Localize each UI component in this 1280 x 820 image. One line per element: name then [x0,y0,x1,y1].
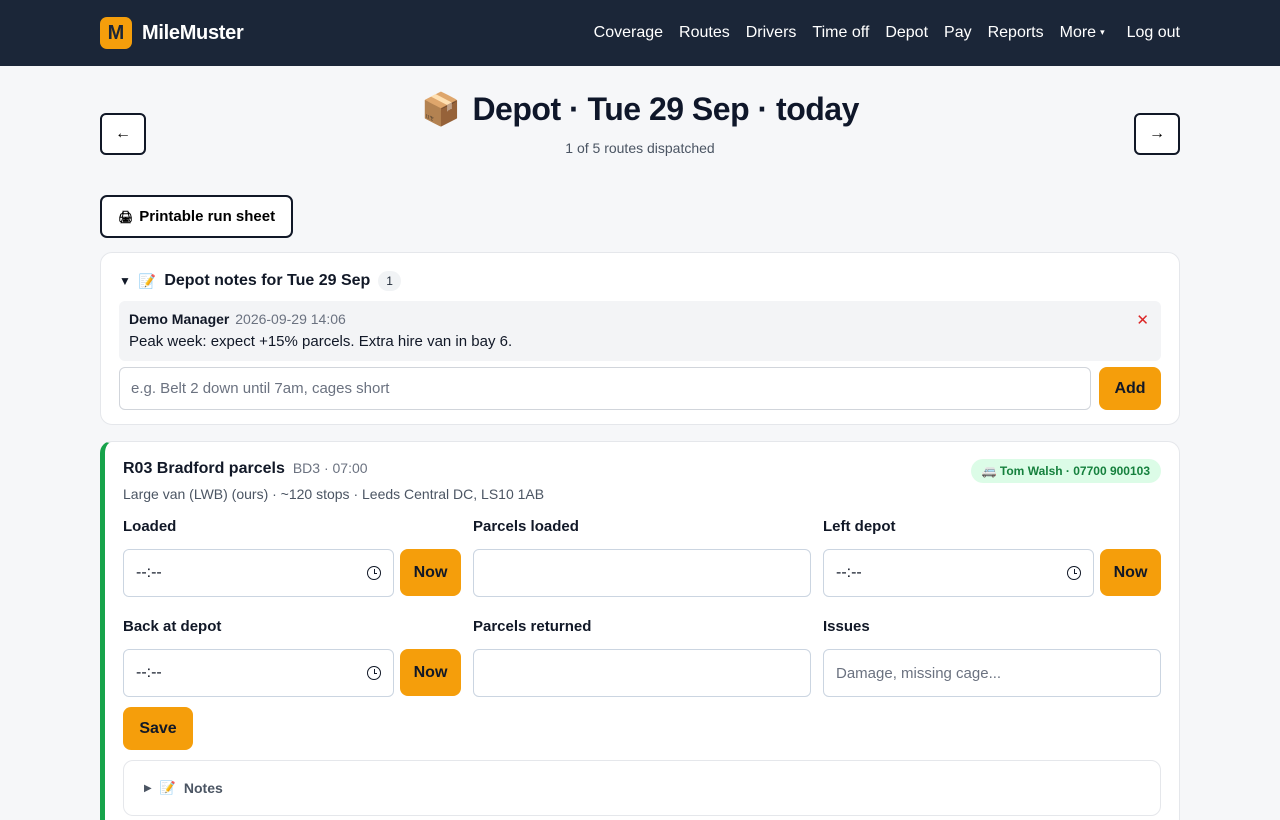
back-at-depot-time-input[interactable]: --:-- [123,649,394,697]
note-timestamp: 2026-09-29 14:06 [235,311,346,327]
clock-icon [367,566,381,580]
left-depot-time-input[interactable]: --:-- [823,549,1094,597]
loaded-time-input[interactable]: --:-- [123,549,394,597]
note-author: Demo Manager [129,311,230,327]
route-code-time: BD3 · 07:00 [292,460,368,476]
depot-notes-summary[interactable]: ▼ 📝 Depot notes for Tue 29 Sep 1 [119,269,1161,293]
back-at-depot-label: Back at depot [123,618,222,635]
loaded-time-value: --:-- [136,564,162,581]
note-meta: Demo Manager 2026-09-29 14:06 [129,311,1151,327]
delete-note-icon[interactable]: ✕ [1136,311,1149,329]
main-content: ← 📦 Depot · Tue 29 Sep · today 1 of 5 ro… [100,66,1180,820]
clock-icon [1067,566,1081,580]
page-title-text: Depot · Tue 29 Sep · today [472,90,859,127]
route-details: Large van (LWB) (ours) · ~120 stops · Le… [123,486,545,502]
nav-pay[interactable]: Pay [944,24,972,42]
back-at-depot-field: Back at depot --:-- Now [123,618,461,718]
depot-notes-title: Depot notes for Tue 29 Sep [164,272,371,289]
app-logo: M [100,17,132,49]
memo-icon: 📝 [138,272,157,289]
route-name: R03 Bradford parcels [123,460,285,477]
route-title: R03 Bradford parcels BD3 · 07:00 [123,460,544,478]
run-sheet-label: Printable run sheet [139,208,276,225]
note-text: Peak week: expect +15% parcels. Extra hi… [129,333,513,350]
printer-icon: 🖨 [118,209,134,224]
parcels-returned-input[interactable] [473,649,811,697]
left-depot-time-value: --:-- [836,564,862,581]
logout-link[interactable]: Log out [1127,24,1180,42]
loaded-now-button[interactable]: Now [400,549,461,596]
depot-note: Demo Manager 2026-09-29 14:06 Peak week:… [119,301,1161,361]
title-block: 📦 Depot · Tue 29 Sep · today 1 of 5 rout… [100,66,1180,157]
package-icon: 📦 [421,91,461,127]
triangle-down-icon: ▼ [119,274,131,288]
back-at-depot-time-value: --:-- [136,664,162,681]
top-nav: M MileMuster Coverage Routes Drivers Tim… [0,0,1280,66]
nav-routes[interactable]: Routes [679,24,730,42]
nav-coverage[interactable]: Coverage [594,24,663,42]
triangle-right-icon: ▶ [144,782,152,794]
back-at-depot-now-button[interactable]: Now [400,649,461,696]
parcels-returned-field: Parcels returned [473,618,811,718]
next-day-button[interactable]: → [1134,113,1180,155]
parcels-loaded-field: Parcels loaded [473,518,811,618]
parcels-returned-label: Parcels returned [473,618,592,635]
parcels-loaded-input[interactable] [473,549,811,597]
route-header: R03 Bradford parcels BD3 · 07:00 Large va… [123,459,1161,502]
nav-depot[interactable]: Depot [885,24,928,42]
page-title: 📦 Depot · Tue 29 Sep · today [421,90,859,128]
parcels-loaded-label: Parcels loaded [473,518,579,535]
page-header: ← 📦 Depot · Tue 29 Sep · today 1 of 5 ro… [100,66,1180,194]
route-notes-label: Notes [183,780,223,796]
issues-field: Issues [823,618,1161,718]
memo-icon: 📝 [159,780,176,795]
nav-links: Coverage Routes Drivers Time off Depot P… [594,24,1180,42]
depot-note-input[interactable] [119,367,1091,410]
clock-icon [367,666,381,680]
left-depot-now-button[interactable]: Now [1100,549,1161,596]
caret-down-icon: ▾ [1100,27,1105,38]
nav-time-off[interactable]: Time off [812,24,869,42]
nav-drivers[interactable]: Drivers [746,24,797,42]
brand[interactable]: M MileMuster [100,17,244,49]
save-button[interactable]: Save [123,707,193,750]
driver-badge: 🚐 Tom Walsh · 07700 900103 [970,459,1161,483]
route-notes-toggle[interactable]: ▶ 📝 Notes [123,760,1161,816]
loaded-field: Loaded --:-- Now [123,518,461,618]
issues-input[interactable] [823,649,1161,697]
notes-count-badge: 1 [378,271,401,291]
nav-reports[interactable]: Reports [988,24,1044,42]
add-note-row: Add [119,367,1161,410]
nav-more-label: More [1059,24,1097,41]
loaded-label: Loaded [123,518,177,535]
depot-notes-panel: ▼ 📝 Depot notes for Tue 29 Sep 1 Demo Ma… [100,252,1180,425]
issues-label: Issues [823,618,870,635]
app-name: MileMuster [142,21,244,44]
add-note-button[interactable]: Add [1099,367,1161,410]
left-depot-label: Left depot [823,518,896,535]
prev-day-button[interactable]: ← [100,113,146,155]
nav-more-dropdown[interactable]: More ▾ [1060,24,1105,42]
dispatch-summary: 1 of 5 routes dispatched [565,140,715,156]
route-form: Loaded --:-- Now Parcels loaded Left dep… [123,518,1161,718]
printable-run-sheet-button[interactable]: 🖨 Printable run sheet [100,195,294,238]
left-depot-field: Left depot --:-- Now [823,518,1161,618]
route-card: R03 Bradford parcels BD3 · 07:00 Large va… [100,441,1180,820]
